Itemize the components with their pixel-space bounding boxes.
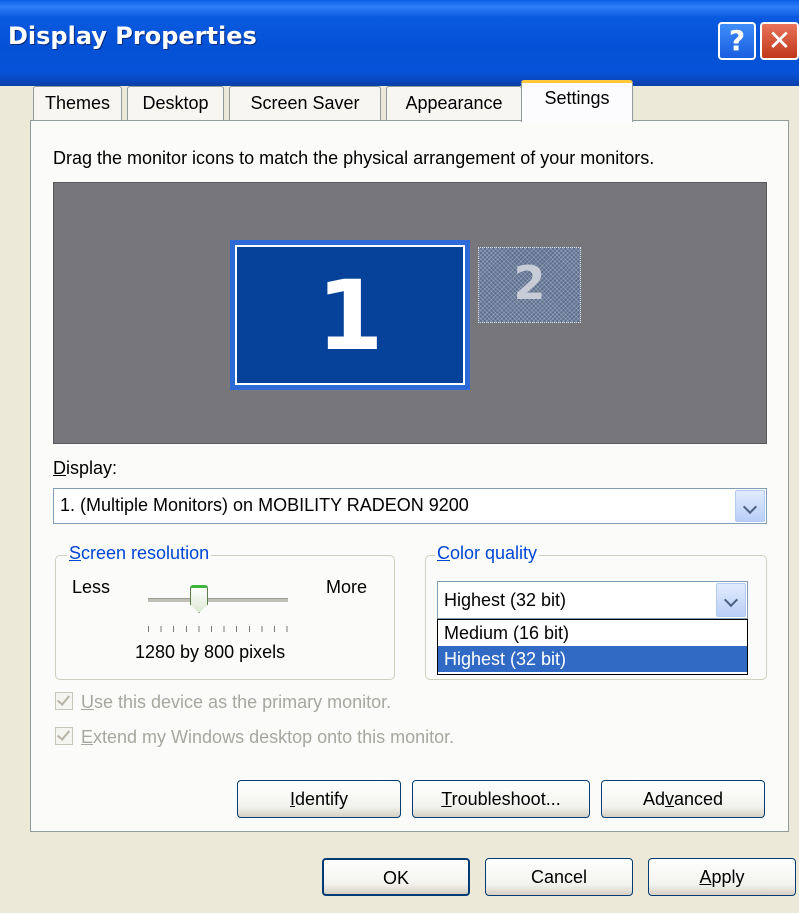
tab-settings[interactable]: Settings: [521, 80, 633, 122]
resolution-more-label: More: [326, 577, 368, 597]
advanced-button[interactable]: Advanced: [601, 780, 765, 818]
help-button[interactable]: ?: [718, 22, 756, 60]
tab-screen-saver[interactable]: Screen Saver: [229, 86, 381, 120]
tab-desktop[interactable]: Desktop: [127, 86, 224, 120]
screen-resolution-legend: Screen resolution: [67, 543, 212, 564]
display-label: Display:: [53, 458, 118, 478]
tab-themes[interactable]: Themes: [33, 86, 122, 120]
color-quality-value: Highest (32 bit): [444, 590, 567, 610]
color-quality-dropdown-list[interactable]: Medium (16 bit) Highest (32 bit): [437, 619, 748, 675]
chevron-down-icon[interactable]: [735, 490, 765, 522]
color-quality-legend: Color quality: [435, 543, 540, 564]
color-quality-option-medium[interactable]: Medium (16 bit): [438, 620, 747, 646]
extend-desktop-checkbox[interactable]: [55, 727, 73, 745]
display-select-value: 1. (Multiple Monitors) on MOBILITY RADEO…: [60, 495, 469, 515]
apply-button[interactable]: Apply: [648, 858, 796, 896]
color-quality-select[interactable]: Highest (32 bit): [437, 581, 748, 619]
resolution-slider-track[interactable]: [148, 598, 288, 602]
extend-desktop-checkbox-row[interactable]: Extend my Windows desktop onto this moni…: [55, 727, 454, 749]
troubleshoot-button[interactable]: Troubleshoot...: [412, 780, 590, 818]
monitor-2-icon[interactable]: 2: [478, 247, 581, 323]
ok-button[interactable]: OK: [322, 858, 470, 896]
close-icon: ✕: [767, 24, 792, 57]
close-button[interactable]: ✕: [760, 22, 799, 60]
tab-appearance[interactable]: Appearance: [386, 86, 522, 120]
window-title: Display Properties: [8, 22, 257, 50]
resolution-value: 1280 by 800 pixels: [135, 642, 286, 662]
display-select[interactable]: 1. (Multiple Monitors) on MOBILITY RADEO…: [53, 488, 767, 524]
title-bar[interactable]: Display Properties ? ✕: [0, 0, 799, 86]
instructions-text: Drag the monitor icons to match the phys…: [53, 148, 655, 168]
primary-monitor-checkbox[interactable]: [55, 692, 73, 710]
resolution-less-label: Less: [72, 577, 111, 597]
help-icon: ?: [728, 24, 746, 57]
monitor-1-icon[interactable]: 1: [230, 240, 470, 390]
chevron-down-icon[interactable]: [716, 583, 746, 617]
resolution-slider-ticks: [148, 626, 288, 632]
cancel-button[interactable]: Cancel: [485, 858, 633, 896]
monitor-1-label: 1: [235, 245, 465, 385]
monitor-2-label: 2: [513, 256, 546, 310]
primary-monitor-checkbox-row[interactable]: Use this device as the primary monitor.: [55, 692, 391, 714]
color-quality-option-highest[interactable]: Highest (32 bit): [438, 646, 747, 672]
identify-button[interactable]: Identify: [237, 780, 401, 818]
display-properties-window: Display Properties ? ✕ Themes Desktop Sc…: [0, 0, 799, 913]
